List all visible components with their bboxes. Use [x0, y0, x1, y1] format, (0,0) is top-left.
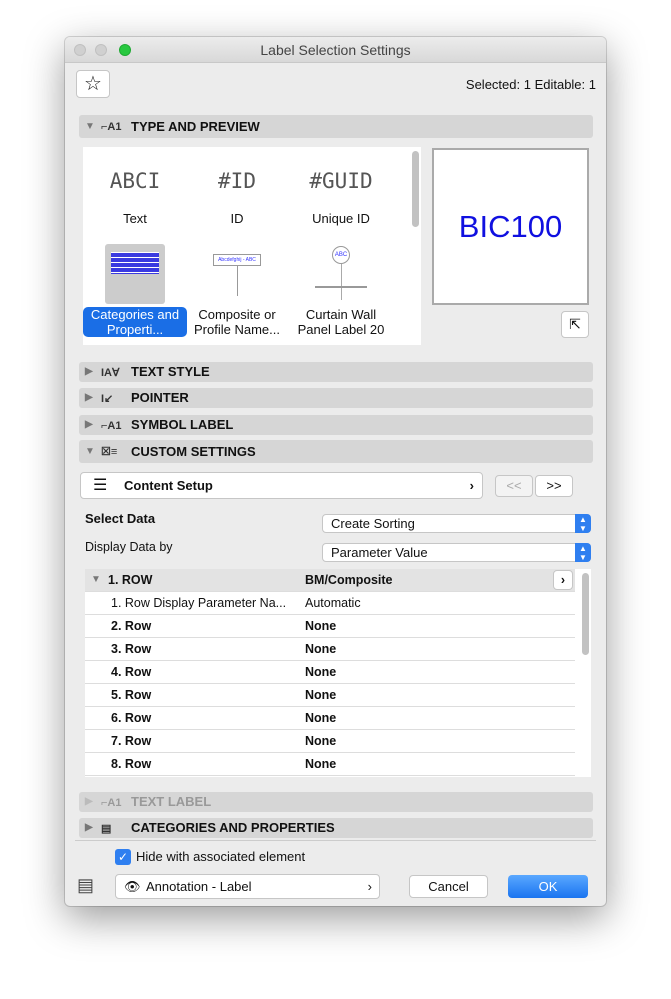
row-name: 4. Row — [111, 665, 152, 679]
disclosure-closed-icon: ▶ — [85, 822, 93, 833]
row-name: 6. Row — [111, 711, 152, 725]
section-type-preview[interactable]: ▼ ⌐A1 TYPE AND PREVIEW — [79, 115, 593, 138]
preview-settings-button[interactable]: ⇱ — [561, 311, 589, 338]
row-name: 5. Row — [111, 688, 152, 702]
display-by-label: Display Data by — [85, 540, 173, 554]
row-name: 2. Row — [111, 619, 152, 633]
type-curtain-wall[interactable]: ABC Curtain Wall Panel Label 20 — [289, 244, 393, 337]
guid-type-icon: #GUID — [309, 169, 373, 193]
section-pointer[interactable]: ▶ I↙ POINTER — [79, 388, 593, 408]
row-value: None — [305, 734, 337, 748]
dialog-window: Label Selection Settings ☆ Selected: 1 E… — [65, 37, 606, 906]
disclosure-closed-icon: ▶ — [85, 392, 93, 403]
layers-icon: ▤ — [77, 875, 95, 895]
type-id[interactable]: #ID ID — [185, 151, 289, 226]
type-composite-profile[interactable]: Abcdefghij - ABC Composite or Profile Na… — [185, 244, 289, 337]
select-data-dropdown[interactable]: Create Sorting ▲ ▼ — [322, 514, 591, 533]
text-style-icon: IAⱯ — [101, 367, 120, 379]
section-custom-settings[interactable]: ▼ ☒≡ CUSTOM SETTINGS — [79, 440, 593, 463]
person-arrow-icon: ⇱ — [569, 316, 581, 332]
disclosure-open-icon: ▼ — [91, 574, 101, 585]
row-name: 7. Row — [111, 734, 152, 748]
disclosure-closed-icon: ▶ — [85, 366, 93, 377]
row-name: 8. Row — [111, 757, 152, 771]
previous-button[interactable]: << — [495, 475, 533, 497]
disclosure-closed-icon: ▶ — [85, 419, 93, 430]
hide-checkbox-label: Hide with associated element — [136, 849, 306, 864]
row-value: Automatic — [305, 596, 361, 610]
table-row[interactable]: 3. Row None — [85, 638, 575, 661]
table-header-row[interactable]: ▼ 1. ROW BM/Composite › — [85, 569, 575, 592]
favorites-button[interactable]: ☆ — [76, 70, 110, 98]
symbol-label-icon: ⌐A1 — [101, 420, 122, 432]
table-row[interactable]: 2. Row None — [85, 615, 575, 638]
content-setup-button[interactable]: ☰ Content Setup › — [80, 472, 483, 499]
cancel-button[interactable]: Cancel — [409, 875, 488, 898]
row-value: None — [305, 711, 337, 725]
label-type-gallery: ABCI Text #ID ID #GUID Unique ID Categories… — [83, 147, 421, 345]
updown-arrows-icon: ▲ ▼ — [575, 543, 591, 562]
section-text-style[interactable]: ▶ IAⱯ TEXT STYLE — [79, 362, 593, 382]
custom-settings-icon: ☒≡ — [101, 446, 118, 458]
row-value: None — [305, 688, 337, 702]
table-row[interactable]: 6. Row None — [85, 707, 575, 730]
selection-status: Selected: 1 Editable: 1 — [465, 77, 596, 92]
id-type-icon: #ID — [218, 169, 256, 193]
row-value: None — [305, 757, 337, 771]
table-row[interactable]: 5. Row None — [85, 684, 575, 707]
type-unique-id[interactable]: #GUID Unique ID — [289, 151, 393, 226]
zoom-button[interactable] — [119, 44, 131, 56]
parameter-table: ▼ 1. ROW BM/Composite › 1. Row Display Para… — [85, 569, 591, 777]
row-value: None — [305, 642, 337, 656]
select-data-label: Select Data — [85, 511, 156, 526]
categories-table-icon — [105, 244, 165, 304]
preview-text: BIC100 — [458, 209, 563, 244]
disclosure-open-icon: ▼ — [85, 121, 95, 132]
row-value: None — [305, 665, 337, 679]
preview-box: BIC100 — [432, 148, 589, 305]
document-icon: ▤ — [101, 823, 112, 835]
ok-button[interactable]: OK — [508, 875, 588, 898]
label-icon: ⌐A1 — [101, 121, 122, 133]
list-icon: ☰ — [93, 477, 108, 494]
row-value: None — [305, 619, 337, 633]
chevron-right-icon: › — [469, 478, 474, 493]
table-scrollbar[interactable] — [582, 573, 589, 655]
window-title: Label Selection Settings — [260, 42, 411, 58]
row-name: 1. Row Display Parameter Na... — [111, 596, 287, 610]
updown-arrows-icon: ▲ ▼ — [575, 514, 591, 533]
table-row[interactable]: 1. Row Display Parameter Na... Automatic — [85, 592, 575, 615]
text-type-icon: ABCI — [109, 169, 161, 193]
type-categories-properties[interactable]: Categories and Properti... — [83, 244, 187, 337]
star-icon: ☆ — [84, 73, 102, 95]
table-row[interactable]: 4. Row None — [85, 661, 575, 684]
display-by-dropdown[interactable]: Parameter Value ▲ ▼ — [322, 543, 591, 562]
composite-label-icon: Abcdefghij - ABC — [185, 244, 289, 304]
section-categories-properties[interactable]: ▶ ▤ CATEGORIES AND PROPERTIES — [79, 818, 593, 838]
pointer-icon: I↙ — [101, 393, 114, 405]
disclosure-open-icon: ▼ — [85, 446, 95, 457]
layer-dropdown[interactable]: 👁 Annotation - Label › — [115, 874, 380, 899]
chevron-right-icon: › — [367, 879, 372, 894]
title-bar: Label Selection Settings — [65, 37, 606, 63]
row-chevron-button[interactable]: › — [553, 570, 573, 590]
section-text-label: ▶ ⌐A1 TEXT LABEL — [79, 792, 593, 812]
eye-icon: 👁 — [124, 879, 141, 894]
gallery-scrollbar[interactable] — [412, 151, 419, 227]
divider — [75, 840, 596, 841]
row-name: 3. Row — [111, 642, 152, 656]
section-symbol-label[interactable]: ▶ ⌐A1 SYMBOL LABEL — [79, 415, 593, 435]
table-row[interactable]: 8. Row None — [85, 753, 575, 776]
hide-checkbox[interactable]: ✓ — [115, 849, 131, 865]
next-button[interactable]: >> — [535, 475, 573, 497]
disclosure-closed-icon: ▶ — [85, 796, 93, 807]
type-text[interactable]: ABCI Text — [83, 151, 187, 226]
curtain-wall-icon: ABC — [289, 244, 393, 304]
minimize-button[interactable] — [95, 44, 107, 56]
text-label-icon: ⌐A1 — [101, 797, 122, 809]
table-row[interactable]: 7. Row None — [85, 730, 575, 753]
close-button[interactable] — [74, 44, 86, 56]
